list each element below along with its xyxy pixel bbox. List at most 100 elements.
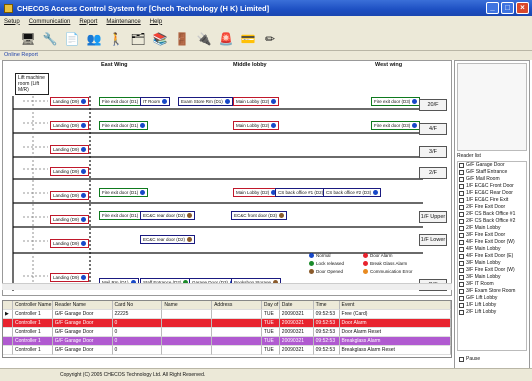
table-row[interactable]: ▶ Controller 1 G/F Garage Door 22225 TUE 2009… xyxy=(3,310,451,319)
reader-list-item[interactable]: 1/F Lift Lobby xyxy=(458,302,526,309)
reader-list-item[interactable]: 2/F Main Lobby xyxy=(458,225,526,232)
reader-checkbox[interactable] xyxy=(459,240,464,245)
grid-column-header[interactable]: Address xyxy=(212,301,262,310)
reader-list-item[interactable]: G/F Garage Door xyxy=(458,162,526,169)
reader-list-item[interactable]: 2/F CS Back Office #1 xyxy=(458,211,526,218)
door-box[interactable]: CS back office #2 (D3) xyxy=(323,188,382,198)
reader-list-item[interactable]: 2/F Fire Exit Door xyxy=(458,204,526,211)
table-row[interactable]: Controller 1 G/F Garage Door 0 TUE 20090321 0… xyxy=(3,319,451,328)
door-box[interactable]: Fire exit door (D3) xyxy=(371,121,421,131)
floor-button-20f[interactable]: 20/F xyxy=(419,99,447,111)
reader-checkbox[interactable] xyxy=(459,226,464,231)
pen-icon[interactable]: ✏ xyxy=(262,31,278,47)
door-box[interactable]: EC&C rear door (D2) xyxy=(140,235,196,245)
door-icon[interactable]: 🚪 xyxy=(174,31,190,47)
panel-icon[interactable]: 🗂 xyxy=(130,31,146,47)
reader-checkbox[interactable] xyxy=(459,191,464,196)
floor-button-2f[interactable]: 2/F xyxy=(419,167,447,179)
landing-door[interactable]: Landing (D9) xyxy=(50,215,90,225)
reader-checkbox[interactable] xyxy=(459,233,464,238)
reader-checkbox[interactable] xyxy=(459,275,464,280)
reader-list-item[interactable]: 4/F Fire Exit Door (W) xyxy=(458,239,526,246)
reader-checkbox[interactable] xyxy=(459,268,464,273)
grid-column-header[interactable]: Day of W xyxy=(261,301,280,310)
landing-door[interactable]: Landing (D9) xyxy=(50,167,90,177)
reader-checkbox[interactable] xyxy=(459,247,464,252)
door-box[interactable]: Fire exit door (D1) xyxy=(99,188,149,198)
minimize-button[interactable]: _ xyxy=(486,2,499,14)
maximize-button[interactable]: □ xyxy=(501,2,514,14)
floor-button-1f-upper[interactable]: 1/F Upper xyxy=(419,211,447,223)
reader-list-item[interactable]: 2/F Lift Lobby xyxy=(458,309,526,316)
door-box[interactable]: Fire exit door (D1) xyxy=(99,121,149,131)
door-box[interactable]: EC&C rear door (D2) xyxy=(140,211,196,221)
grid-column-header[interactable]: Date xyxy=(279,301,314,310)
grid-column-header[interactable]: Name xyxy=(162,301,213,310)
reader-list-item[interactable]: 4/F Main Lobby xyxy=(458,246,526,253)
reader-checkbox[interactable] xyxy=(459,296,464,301)
grid-column-header[interactable]: Card No xyxy=(112,301,163,310)
reader-list-item[interactable]: G/F Mail Room xyxy=(458,176,526,183)
network-icon[interactable]: 🔌 xyxy=(196,31,212,47)
door-box[interactable]: IT Room xyxy=(140,97,171,107)
grid-column-header[interactable]: Event xyxy=(339,301,451,310)
menu-report[interactable]: Report xyxy=(79,19,97,25)
reader-checkbox[interactable] xyxy=(459,212,464,217)
pause-toggle[interactable]: Pause xyxy=(459,356,480,362)
reader-checkbox[interactable] xyxy=(459,261,464,266)
pause-checkbox[interactable] xyxy=(459,356,464,362)
reader-checkbox[interactable] xyxy=(459,170,464,175)
menu-setup[interactable]: Setup xyxy=(4,19,20,25)
reader-list-item[interactable]: 4/F Fire Exit Door (E) xyxy=(458,253,526,260)
reader-list-item[interactable]: 3/F Main Lobby xyxy=(458,260,526,267)
grid-column-header[interactable]: Controller Name xyxy=(12,301,53,310)
door-box[interactable]: Main Lobby (D2) xyxy=(233,188,280,198)
reader-list-item[interactable]: G/F Lift Lobby xyxy=(458,295,526,302)
reader-checkbox[interactable] xyxy=(459,184,464,189)
reader-checkbox[interactable] xyxy=(459,282,464,287)
menu-help[interactable]: Help xyxy=(150,19,162,25)
door-box[interactable]: Main Lobby (D2) xyxy=(233,121,280,131)
reader-checkbox[interactable] xyxy=(459,310,464,315)
reader-checkbox[interactable] xyxy=(459,177,464,182)
table-row[interactable]: Controller 1 G/F Garage Door 0 TUE 20090321 0… xyxy=(3,346,451,355)
floor-button-3f[interactable]: 3/F xyxy=(419,146,447,158)
reader-list-item[interactable]: 3/F Main Lobby xyxy=(458,274,526,281)
books-icon[interactable]: 📚 xyxy=(152,31,168,47)
landing-door[interactable]: Landing (D9) xyxy=(50,191,90,201)
reader-checkbox[interactable] xyxy=(459,163,464,168)
reader-checkbox[interactable] xyxy=(459,254,464,259)
table-row[interactable]: Controller 1 G/F Garage Door 0 TUE 20090321 0… xyxy=(3,328,451,337)
table-row[interactable]: Controller 1 G/F Garage Door 0 TUE 20090321 0… xyxy=(3,337,451,346)
reader-checkbox[interactable] xyxy=(459,219,464,224)
reader-list-item[interactable]: 3/F Fire Exit Door (W) xyxy=(458,267,526,274)
reader-list-item[interactable]: 3/F Fire Exit Door xyxy=(458,232,526,239)
tools-icon[interactable]: 🔧 xyxy=(42,31,58,47)
horizontal-scrollbar[interactable] xyxy=(2,283,452,290)
alarm-icon[interactable]: 🚨 xyxy=(218,31,234,47)
computer-icon[interactable]: 🖥 xyxy=(20,31,36,47)
menu-communication[interactable]: Communication xyxy=(29,19,71,25)
card-icon[interactable]: 💳 xyxy=(240,31,256,47)
door-box[interactable]: Fire exit door (D3) xyxy=(371,97,421,107)
floor-button-4f[interactable]: 4/F xyxy=(419,123,447,135)
reader-list-item[interactable]: G/F Staff Entrance xyxy=(458,169,526,176)
door-box[interactable]: Main Lobby (D2) xyxy=(233,97,280,107)
reader-list-item[interactable]: 1/F EC&C Rear Door xyxy=(458,190,526,197)
reader-checkbox[interactable] xyxy=(459,205,464,210)
close-button[interactable]: × xyxy=(516,2,529,14)
figure-icon[interactable]: 🚶 xyxy=(108,31,124,47)
door-box[interactable]: EC&C front door (D3) xyxy=(231,211,288,221)
landing-door[interactable]: Landing (D9) xyxy=(50,273,90,283)
menu-maintenance[interactable]: Maintenance xyxy=(106,19,140,25)
landing-door[interactable]: Landing (D9) xyxy=(50,121,90,131)
reader-list-item[interactable]: 1/F EC&C Fire Exit xyxy=(458,197,526,204)
landing-door[interactable]: Landing (D9) xyxy=(50,97,90,107)
grid-column-header[interactable]: Reader Name xyxy=(52,301,113,310)
door-box[interactable]: Exam Store Rm (D1) xyxy=(178,97,233,107)
reader-list-item[interactable]: 3/F Exam Store Room xyxy=(458,288,526,295)
reader-list-item[interactable]: 2/F CS Back Office #2 xyxy=(458,218,526,225)
landing-door[interactable]: Landing (D9) xyxy=(50,145,90,155)
people-icon[interactable]: 👥 xyxy=(86,31,102,47)
report-icon[interactable]: 📄 xyxy=(64,31,80,47)
